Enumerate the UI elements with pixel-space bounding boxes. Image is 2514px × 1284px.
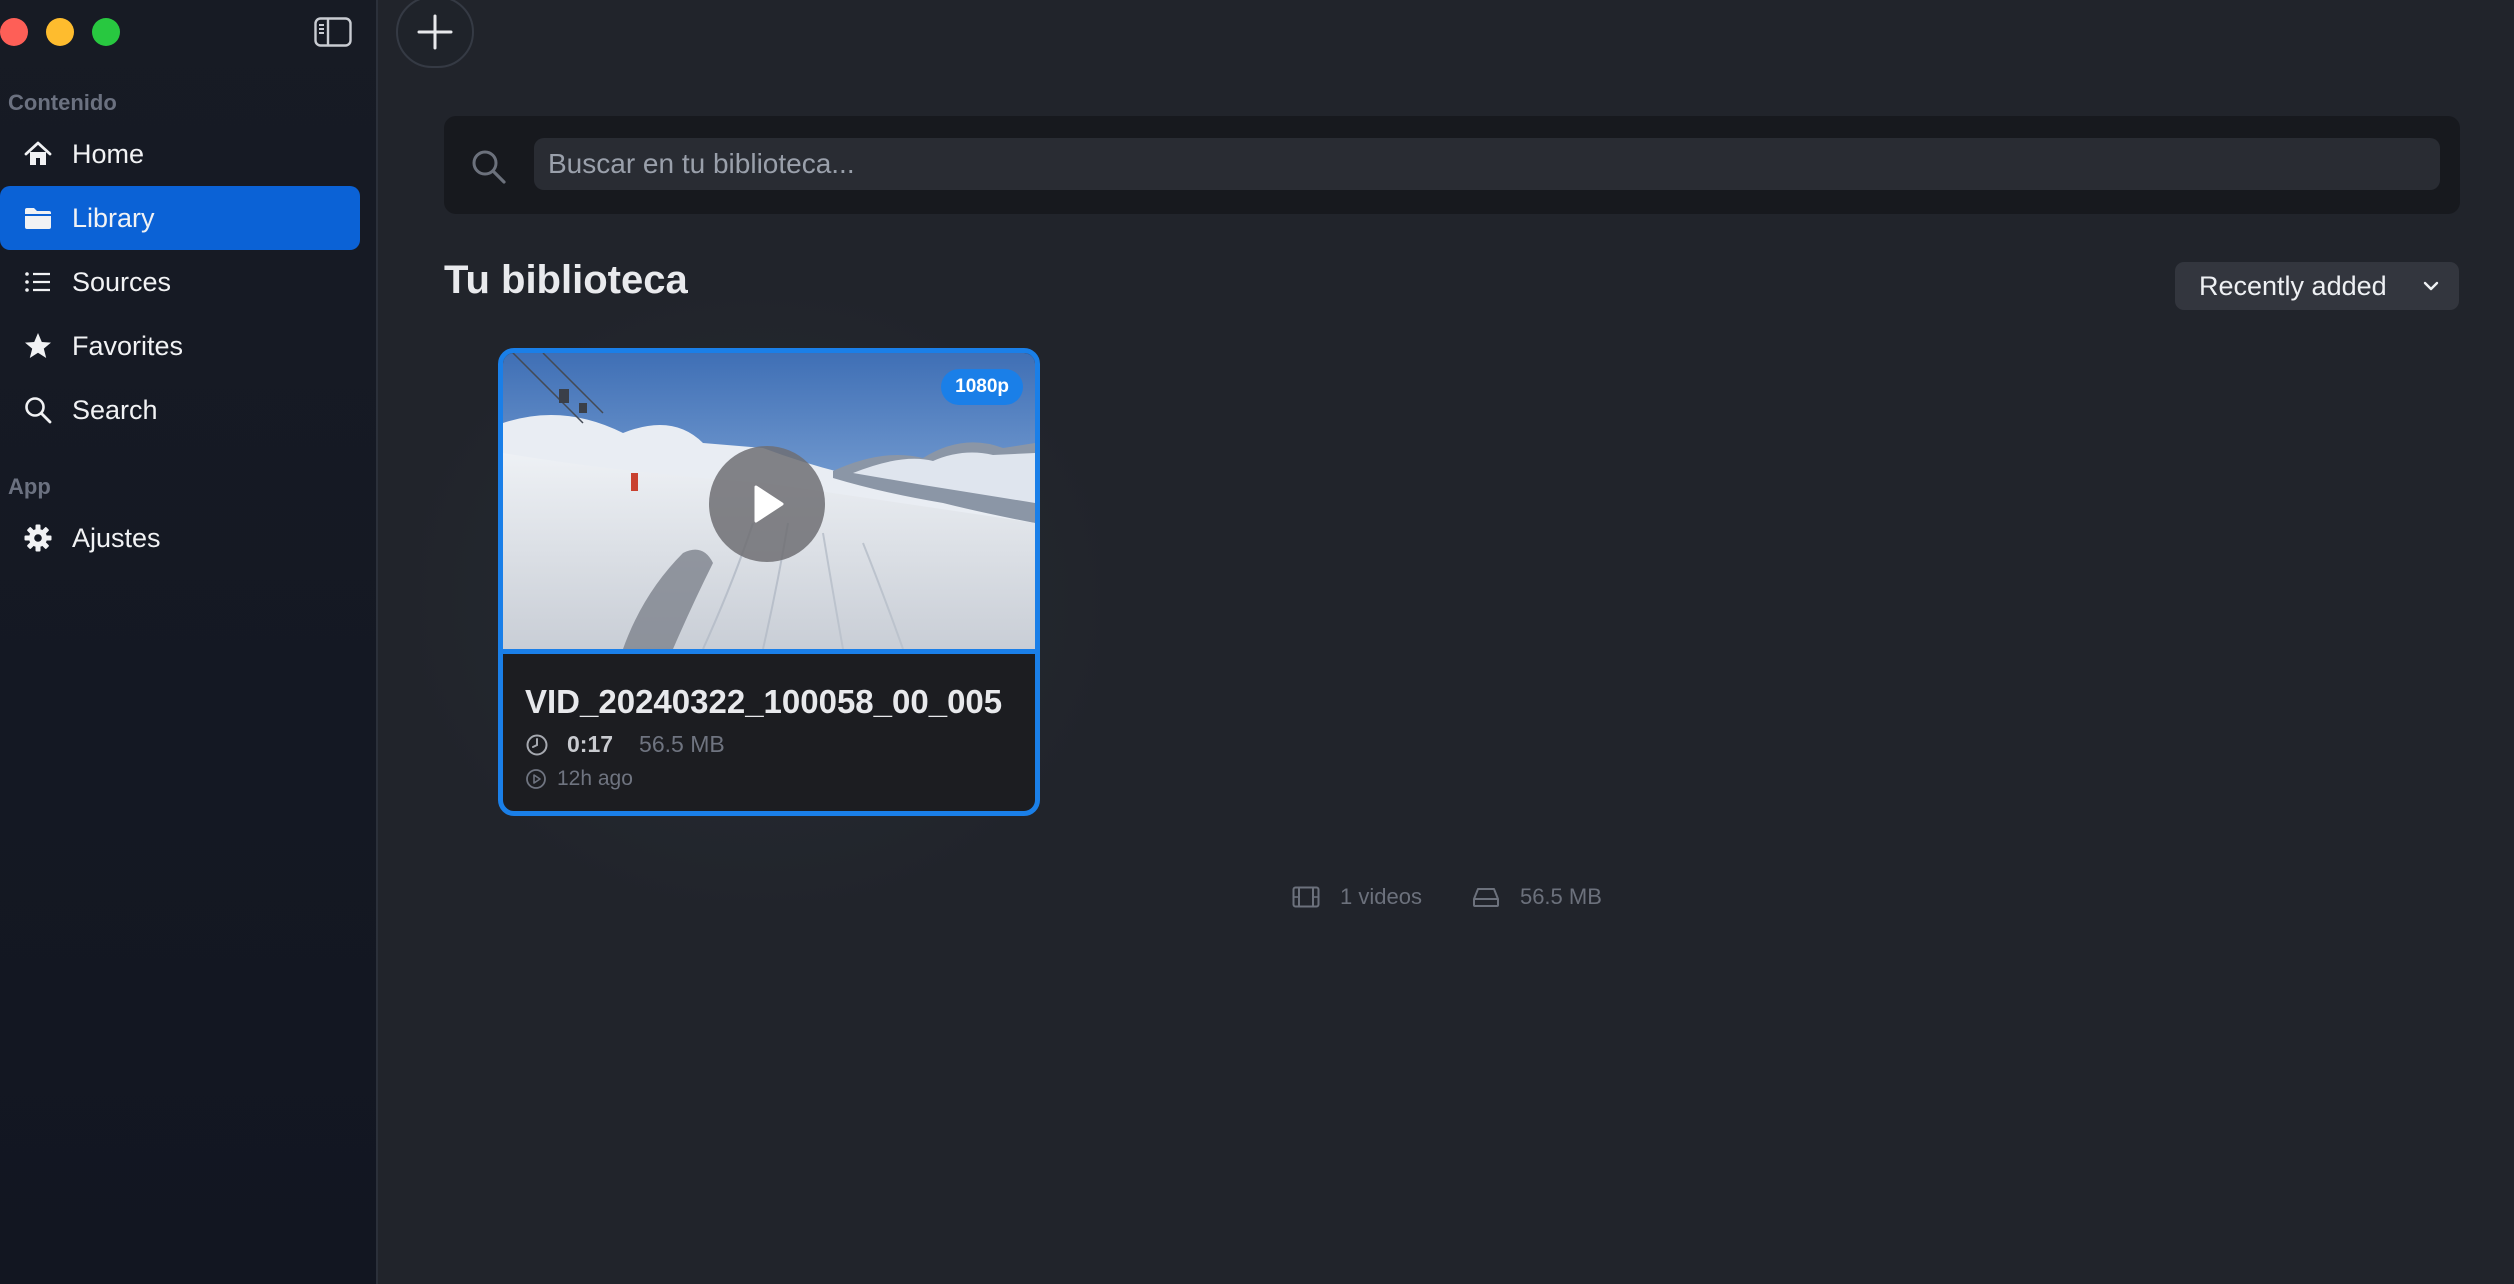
sidebar: Contenido Home Library Sources Favorites… <box>0 0 378 1284</box>
drive-icon <box>1472 888 1499 907</box>
search-icon <box>22 394 54 426</box>
page-title: Tu biblioteca <box>444 258 688 302</box>
section-label-contenido: Contenido <box>8 90 117 115</box>
play-icon <box>754 485 784 523</box>
sidebar-item-sources[interactable]: Sources <box>0 250 360 314</box>
search-icon <box>472 150 506 184</box>
sidebar-item-label: Home <box>72 138 145 169</box>
video-card[interactable]: 1080p VID_20240322_100058_00_005 0:17 56… <box>498 348 1040 816</box>
resolution-badge: 1080p <box>941 369 1023 405</box>
sidebar-item-label: Library <box>72 202 155 233</box>
search-input[interactable] <box>534 138 2440 190</box>
sidebar-item-library[interactable]: Library <box>0 186 360 250</box>
play-circle-icon <box>526 769 546 789</box>
video-added-time: 12h ago <box>557 767 633 790</box>
storage-stat: 56.5 MB <box>1472 884 1602 910</box>
add-button[interactable] <box>396 0 474 68</box>
sidebar-toggle-icon[interactable] <box>314 17 352 47</box>
video-duration: 0:17 <box>567 731 614 757</box>
gear-icon <box>22 522 54 554</box>
thumbnail-divider <box>503 649 1035 654</box>
film-icon <box>1292 886 1320 908</box>
video-title: VID_20240322_100058_00_005 <box>525 683 1003 720</box>
minimize-window-button[interactable] <box>46 18 74 46</box>
sort-selected-label: Recently added <box>2199 270 2387 301</box>
sidebar-item-favorites[interactable]: Favorites <box>0 314 360 378</box>
folder-icon <box>22 202 54 234</box>
chevron-down-icon <box>2423 281 2439 291</box>
sort-dropdown[interactable]: Recently added <box>2175 262 2459 310</box>
section-label-app: App <box>8 474 51 499</box>
sidebar-item-label: Favorites <box>72 330 184 361</box>
sidebar-item-label: Ajustes <box>72 522 161 553</box>
library-stats: 1 videos 56.5 MB <box>1292 884 1602 910</box>
maximize-window-button[interactable] <box>92 18 120 46</box>
sidebar-item-home[interactable]: Home <box>0 122 360 186</box>
sidebar-item-search[interactable]: Search <box>0 378 360 442</box>
video-count: 1 videos <box>1340 884 1422 909</box>
plus-icon <box>417 14 453 50</box>
clock-icon <box>526 734 548 755</box>
home-icon <box>22 138 54 170</box>
play-button[interactable] <box>709 446 825 562</box>
video-size: 56.5 MB <box>639 731 725 757</box>
storage-size: 56.5 MB <box>1519 884 1602 909</box>
sidebar-item-label: Search <box>72 394 158 425</box>
star-icon <box>22 330 54 362</box>
video-added-row: 12h ago <box>525 767 633 791</box>
sidebar-item-ajustes[interactable]: Ajustes <box>0 506 360 570</box>
video-meta: 0:17 56.5 MB <box>525 731 725 758</box>
sidebar-item-label: Sources <box>72 266 172 297</box>
search-bar <box>444 116 2460 214</box>
video-count-stat: 1 videos <box>1292 884 1422 910</box>
video-thumbnail[interactable]: 1080p <box>503 353 1035 649</box>
list-icon <box>22 266 54 298</box>
close-window-button[interactable] <box>0 18 28 46</box>
window-controls <box>0 18 120 46</box>
